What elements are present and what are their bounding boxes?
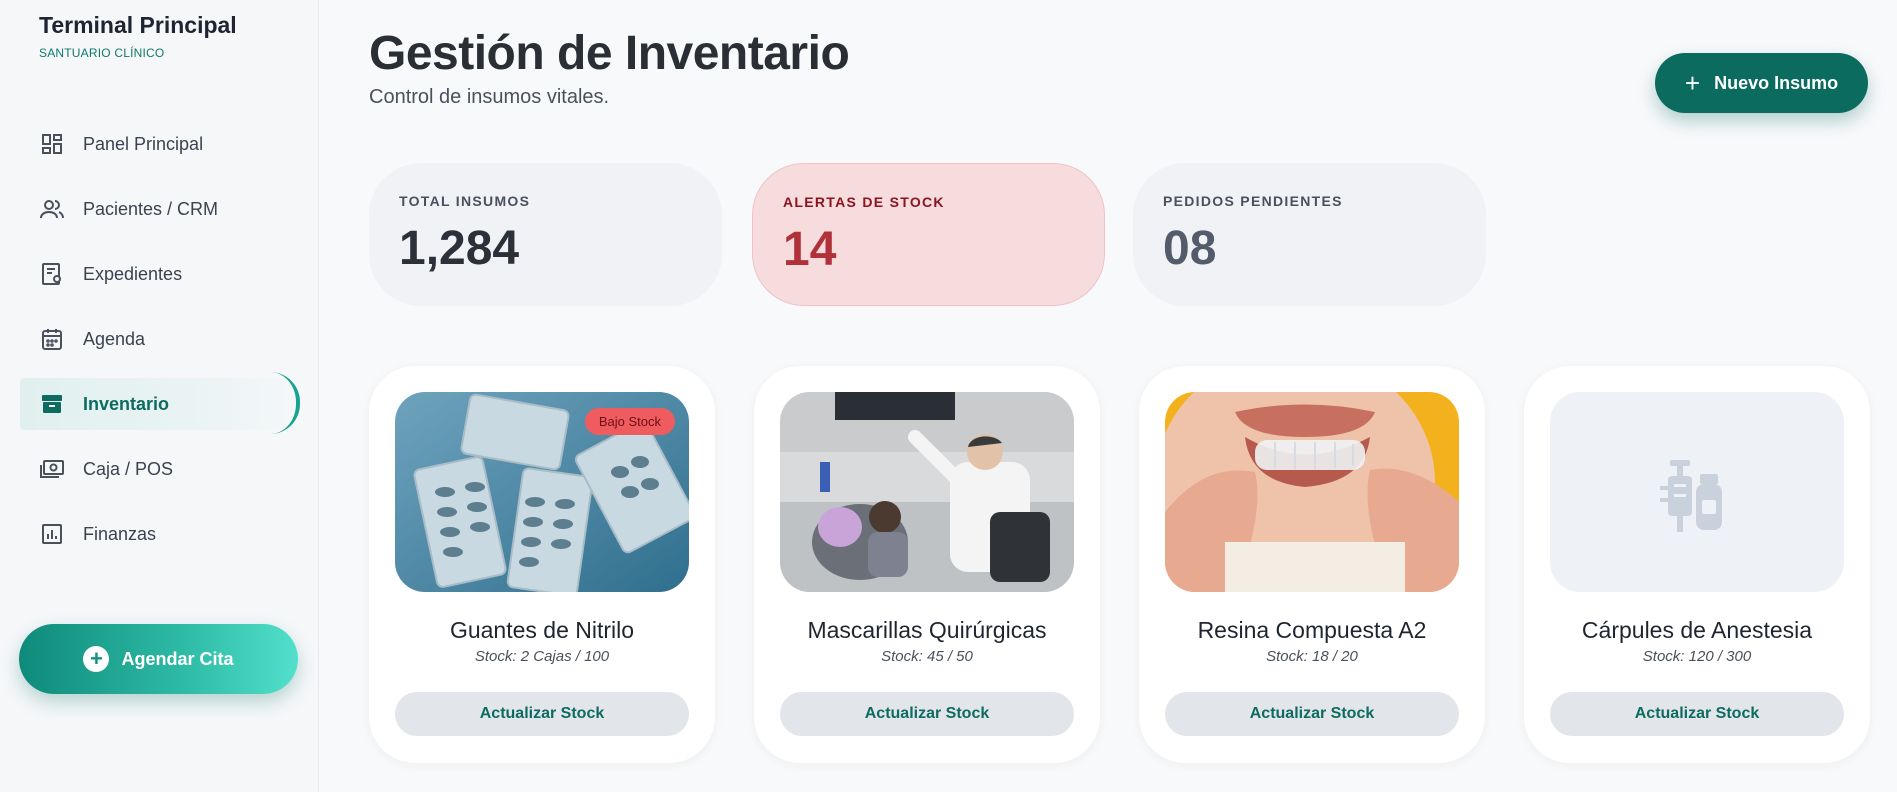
product-stock: Stock: 120 / 300 bbox=[1642, 648, 1752, 665]
stat-value: 14 bbox=[783, 223, 837, 276]
schedule-appointment-button[interactable]: + Agendar Cita bbox=[19, 624, 298, 694]
sidebar-item-label: Inventario bbox=[83, 393, 170, 414]
syringe-vial-icon bbox=[1660, 460, 1722, 532]
new-supply-label: Nuevo Insumo bbox=[1714, 72, 1839, 93]
update-stock-button[interactable]: Actualizar Stock bbox=[780, 692, 1074, 736]
stat-card-alerts: ALERTAS DE STOCK 14 bbox=[752, 163, 1105, 306]
product-card: Mascarillas Quirúrgicas Stock: 45 / 50 A… bbox=[754, 366, 1100, 763]
plus-circle-icon: + bbox=[83, 646, 110, 672]
product-name: Guantes de Nitrilo bbox=[449, 617, 635, 643]
finance-chart-icon bbox=[39, 521, 65, 547]
dashboard-icon bbox=[39, 131, 65, 157]
product-card: Resina Compuesta A2 Stock: 18 / 20 Actua… bbox=[1139, 366, 1485, 763]
page-subtitle: Control de insumos vitales. bbox=[369, 86, 610, 108]
product-name: Resina Compuesta A2 bbox=[1197, 617, 1427, 643]
brand-title: Terminal Principal bbox=[39, 12, 237, 38]
stat-label: PEDIDOS PENDIENTES bbox=[1163, 193, 1343, 209]
stat-value: 08 bbox=[1163, 222, 1217, 275]
plus-icon: + bbox=[1684, 68, 1701, 98]
sidebar-item-pacientes[interactable]: Pacientes / CRM bbox=[20, 183, 300, 235]
sidebar-item-label: Expedientes bbox=[83, 263, 183, 284]
product-stock: Stock: 18 / 20 bbox=[1266, 648, 1358, 665]
stat-card-total: TOTAL INSUMOS 1,284 bbox=[369, 163, 722, 306]
sidebar-item-finanzas[interactable]: Finanzas bbox=[20, 508, 300, 560]
cash-icon bbox=[39, 456, 65, 482]
brand-subtitle: SANTUARIO CLÍNICO bbox=[39, 46, 165, 60]
update-stock-button[interactable]: Actualizar Stock bbox=[395, 692, 689, 736]
product-stock: Stock: 45 / 50 bbox=[881, 648, 973, 665]
sidebar-item-label: Panel Principal bbox=[83, 133, 204, 154]
sidebar: Terminal Principal SANTUARIO CLÍNICO Pan… bbox=[0, 0, 319, 792]
sidebar-item-caja[interactable]: Caja / POS bbox=[20, 443, 300, 495]
product-image-placeholder bbox=[1550, 392, 1844, 592]
product-image-gloves: Bajo Stock bbox=[395, 392, 689, 592]
product-name: Mascarillas Quirúrgicas bbox=[807, 617, 1047, 643]
sidebar-item-expedientes[interactable]: Expedientes bbox=[20, 248, 300, 300]
stat-card-pending: PEDIDOS PENDIENTES 08 bbox=[1133, 163, 1486, 306]
product-name: Cárpules de Anestesia bbox=[1581, 617, 1813, 643]
product-image-resin bbox=[1165, 392, 1459, 592]
sidebar-item-agenda[interactable]: Agenda bbox=[20, 313, 300, 365]
stat-label: TOTAL INSUMOS bbox=[399, 193, 531, 209]
sidebar-item-panel[interactable]: Panel Principal bbox=[20, 118, 300, 170]
update-stock-button[interactable]: Actualizar Stock bbox=[1550, 692, 1844, 736]
cta-label: Agendar Cita bbox=[121, 648, 234, 669]
update-stock-button[interactable]: Actualizar Stock bbox=[1165, 692, 1459, 736]
product-card: Bajo Stock Guantes de Nitrilo Stock: 2 C… bbox=[369, 366, 715, 763]
product-card: Cárpules de Anestesia Stock: 120 / 300 A… bbox=[1524, 366, 1870, 763]
product-image-masks bbox=[780, 392, 1074, 592]
sidebar-item-label: Agenda bbox=[83, 328, 146, 349]
product-stock: Stock: 2 Cajas / 100 bbox=[474, 648, 610, 665]
sidebar-item-label: Pacientes / CRM bbox=[83, 198, 219, 219]
stat-label: ALERTAS DE STOCK bbox=[783, 194, 945, 210]
inventory-icon bbox=[39, 391, 65, 417]
records-icon bbox=[39, 261, 65, 287]
low-stock-badge: Bajo Stock bbox=[584, 408, 675, 435]
new-supply-button[interactable]: + Nuevo Insumo bbox=[1655, 53, 1868, 113]
sidebar-item-label: Finanzas bbox=[83, 523, 157, 544]
sidebar-item-inventario[interactable]: Inventario bbox=[20, 378, 300, 430]
page-title: Gestión de Inventario bbox=[369, 27, 850, 80]
stat-value: 1,284 bbox=[399, 222, 520, 275]
calendar-icon bbox=[39, 326, 65, 352]
sidebar-item-label: Caja / POS bbox=[83, 458, 174, 479]
users-icon bbox=[39, 196, 65, 222]
